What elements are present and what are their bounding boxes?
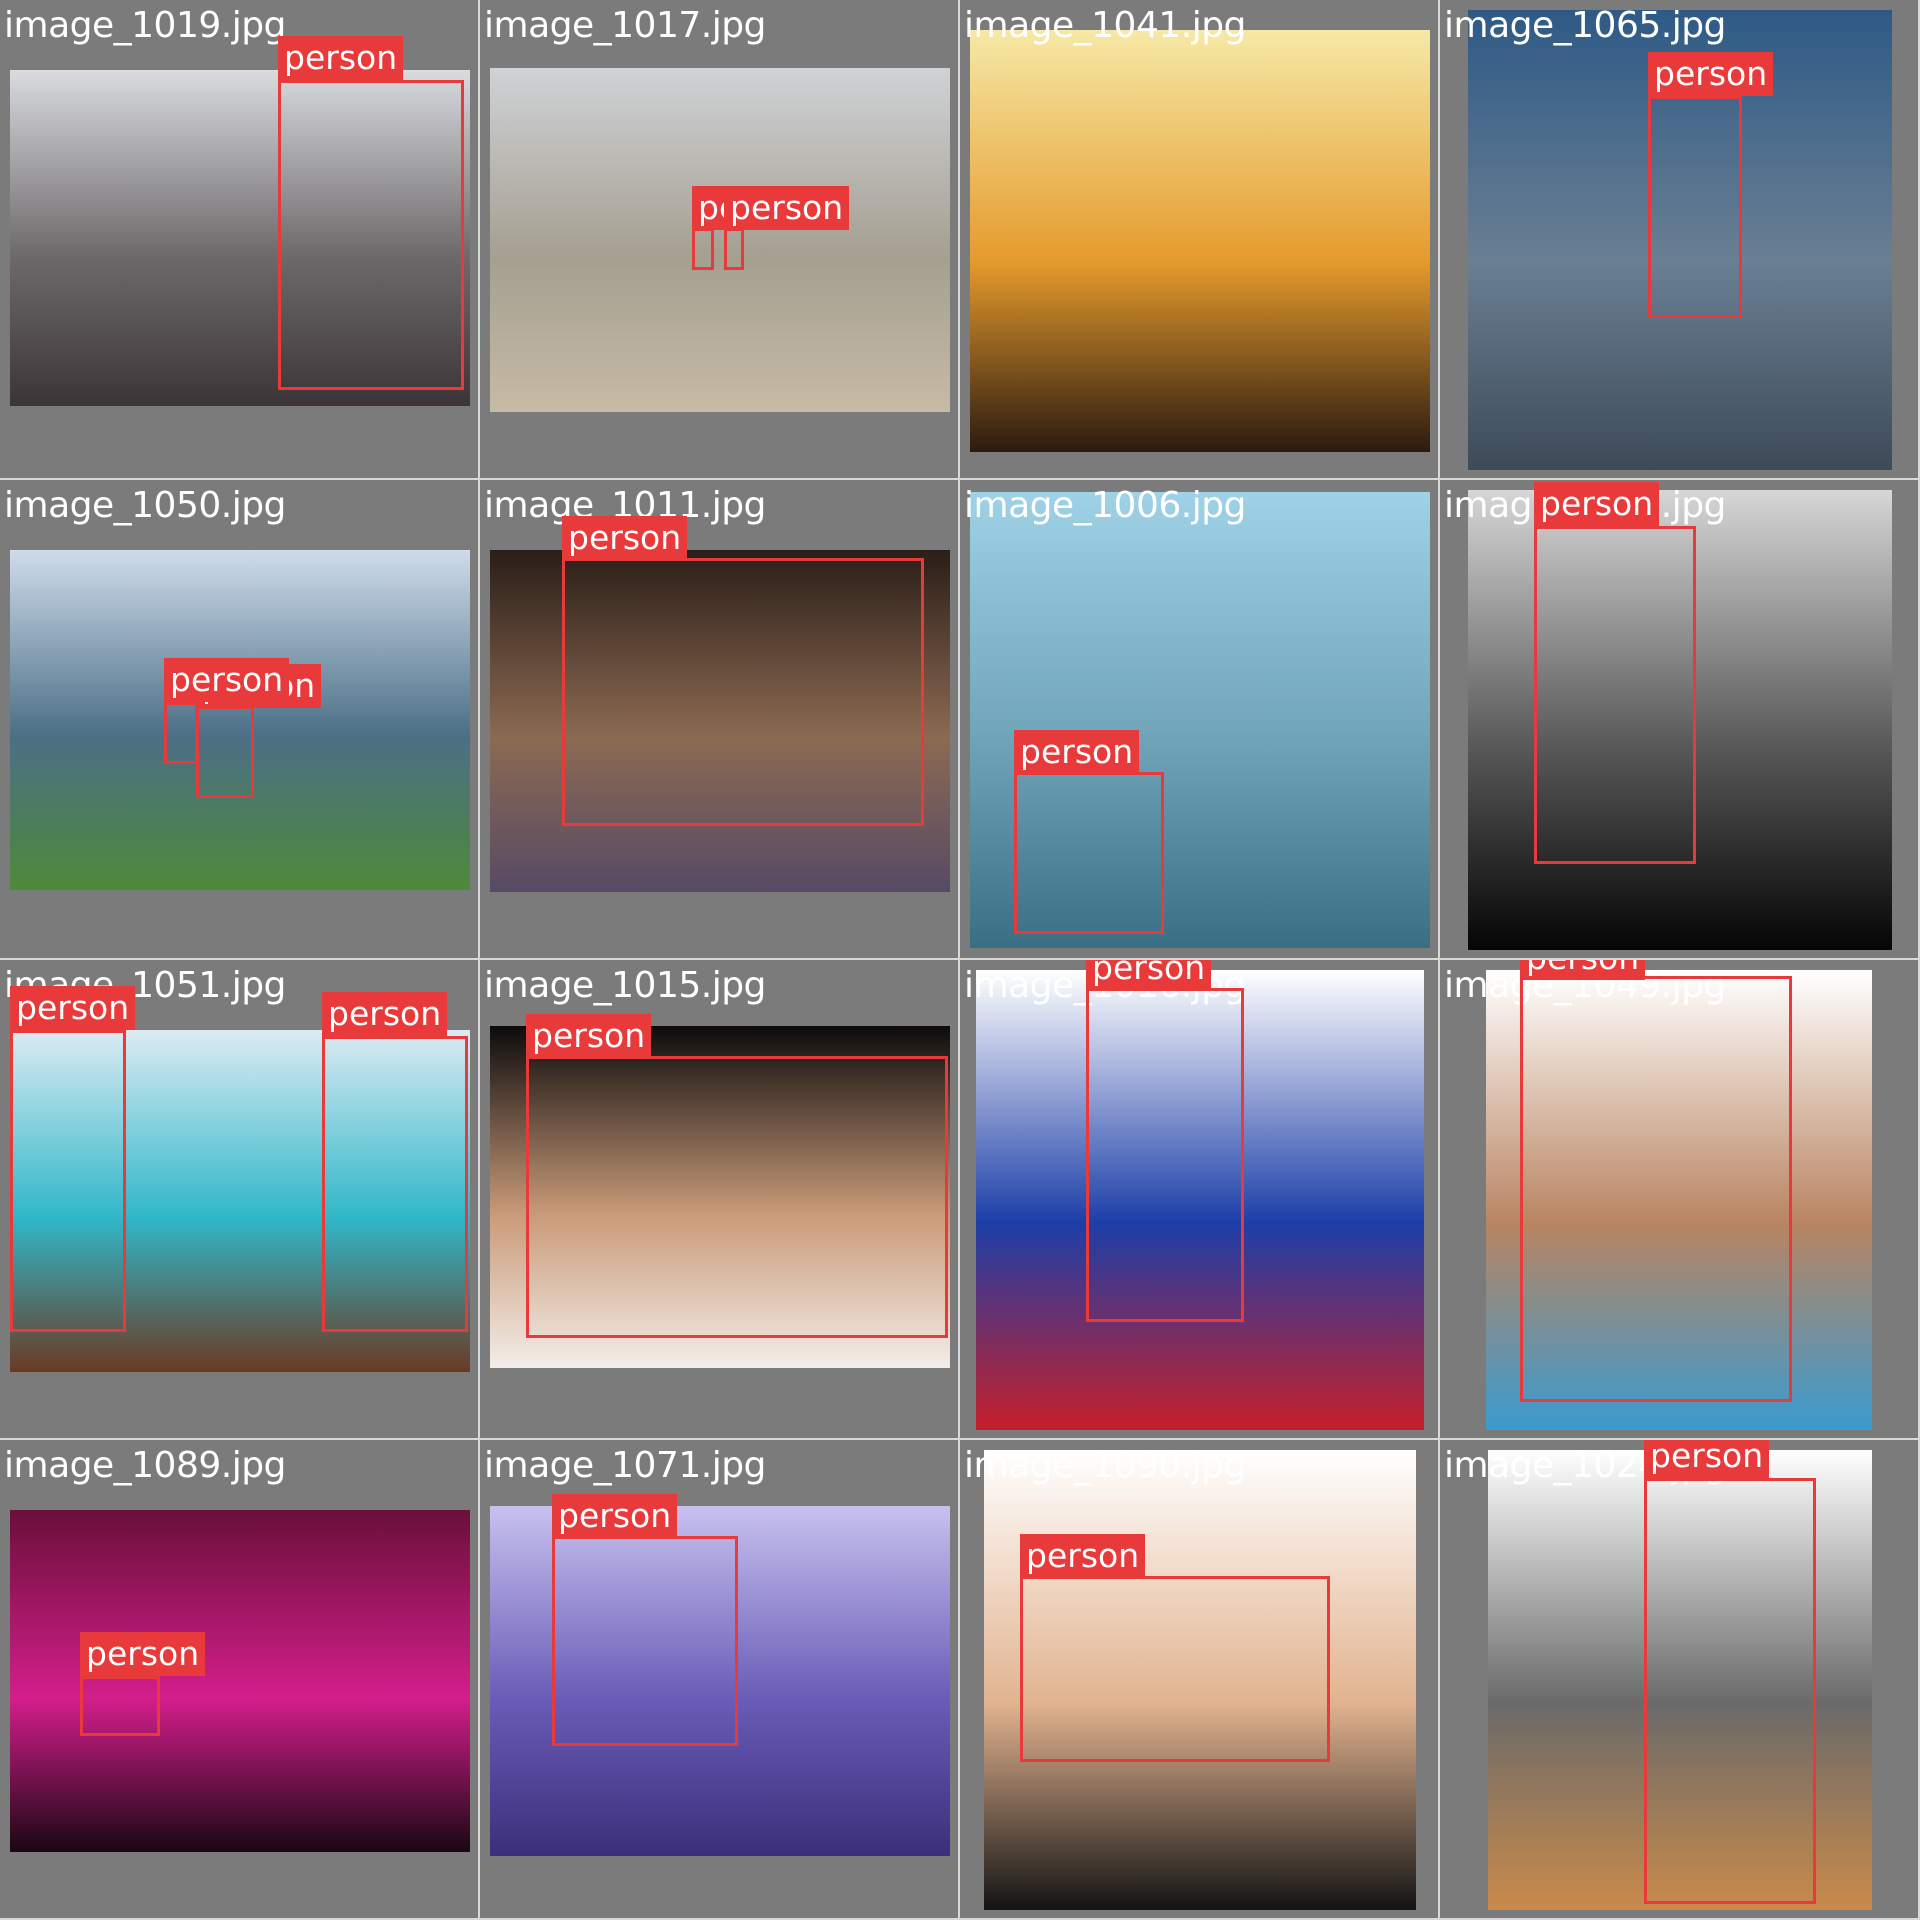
detection-label: person xyxy=(1014,730,1140,774)
tile-image-1016: image_1016.jpg person xyxy=(960,960,1440,1440)
tile-filename: image_1015.jpg xyxy=(484,965,766,1006)
detection-box xyxy=(552,1536,738,1746)
tile-image-1090: image_1090.jpg person xyxy=(960,1440,1440,1920)
tile-filename: image_1017.jpg xyxy=(484,5,766,46)
tile-image-1011: image_1011.jpg person xyxy=(480,480,960,960)
tile-filename: image_1089.jpg xyxy=(4,1445,286,1486)
photo xyxy=(970,30,1430,452)
tile-image-1089: image_1089.jpg person xyxy=(0,1440,480,1920)
detection-label: person xyxy=(1020,1534,1146,1578)
tile-image-1049: image_1049.jpg person xyxy=(1440,960,1920,1440)
detection-box xyxy=(724,228,744,270)
tile-filename: image_1019.jpg xyxy=(4,5,286,46)
detection-box xyxy=(164,702,198,764)
tile-image-1019: image_1019.jpg person xyxy=(0,0,480,480)
detection-box xyxy=(1648,96,1742,318)
detection-label: person xyxy=(552,1494,678,1538)
tile-filename: image_1071.jpg xyxy=(484,1445,766,1486)
tile-image-1051: image_1051.jpg person person xyxy=(0,960,480,1440)
detection-box xyxy=(278,80,464,390)
detection-label: person xyxy=(724,186,850,230)
tile-image-1082: image_1082.jpg person xyxy=(1440,480,1920,960)
tile-image-1050: image_1050.jpg person person xyxy=(0,480,480,960)
detection-label: person xyxy=(1520,960,1646,980)
tile-filename: image_1065.jpg xyxy=(1444,5,1726,46)
detection-grid: image_1019.jpg person image_1017.jpg pe … xyxy=(0,0,1920,1920)
detection-label: person xyxy=(1534,482,1660,526)
detection-box xyxy=(1086,988,1244,1322)
detection-box xyxy=(1534,526,1696,864)
detection-label: person xyxy=(10,986,136,1030)
detection-box xyxy=(692,228,714,270)
detection-label: person xyxy=(562,516,688,560)
tile-image-1024: image_1024.jpg person xyxy=(1440,1440,1920,1920)
detection-box xyxy=(1520,976,1792,1402)
detection-box xyxy=(10,1030,126,1332)
detection-label: person xyxy=(278,36,404,80)
tile-image-1015: image_1015.jpg person xyxy=(480,960,960,1440)
tile-image-1017: image_1017.jpg pe person xyxy=(480,0,960,480)
photo xyxy=(490,68,950,412)
detection-box xyxy=(562,558,924,826)
photo xyxy=(10,1510,470,1852)
detection-box xyxy=(526,1056,948,1338)
detection-label: pe xyxy=(692,186,728,230)
detection-box xyxy=(1644,1478,1816,1904)
tile-image-1065: image_1065.jpg person xyxy=(1440,0,1920,480)
detection-label: person xyxy=(526,1014,652,1058)
detection-box xyxy=(1014,772,1164,934)
tile-image-1006: image_1006.jpg person xyxy=(960,480,1440,960)
detection-label: person xyxy=(322,992,448,1036)
detection-label: person xyxy=(1644,1440,1770,1478)
detection-box xyxy=(80,1676,160,1736)
tile-image-1071: image_1071.jpg person xyxy=(480,1440,960,1920)
tile-filename: image_1006.jpg xyxy=(964,485,1246,526)
tile-filename: image_1090.jpg xyxy=(964,1445,1246,1486)
tile-filename: image_1041.jpg xyxy=(964,5,1246,46)
detection-box xyxy=(322,1036,468,1332)
tile-image-1041: image_1041.jpg xyxy=(960,0,1440,480)
detection-box xyxy=(196,706,254,798)
detection-label: person xyxy=(1086,960,1212,990)
detection-label: person xyxy=(164,658,290,702)
tile-filename: image_1050.jpg xyxy=(4,485,286,526)
detection-box xyxy=(1020,1576,1330,1762)
detection-label: person xyxy=(1648,52,1774,96)
detection-label: person xyxy=(80,1632,206,1676)
